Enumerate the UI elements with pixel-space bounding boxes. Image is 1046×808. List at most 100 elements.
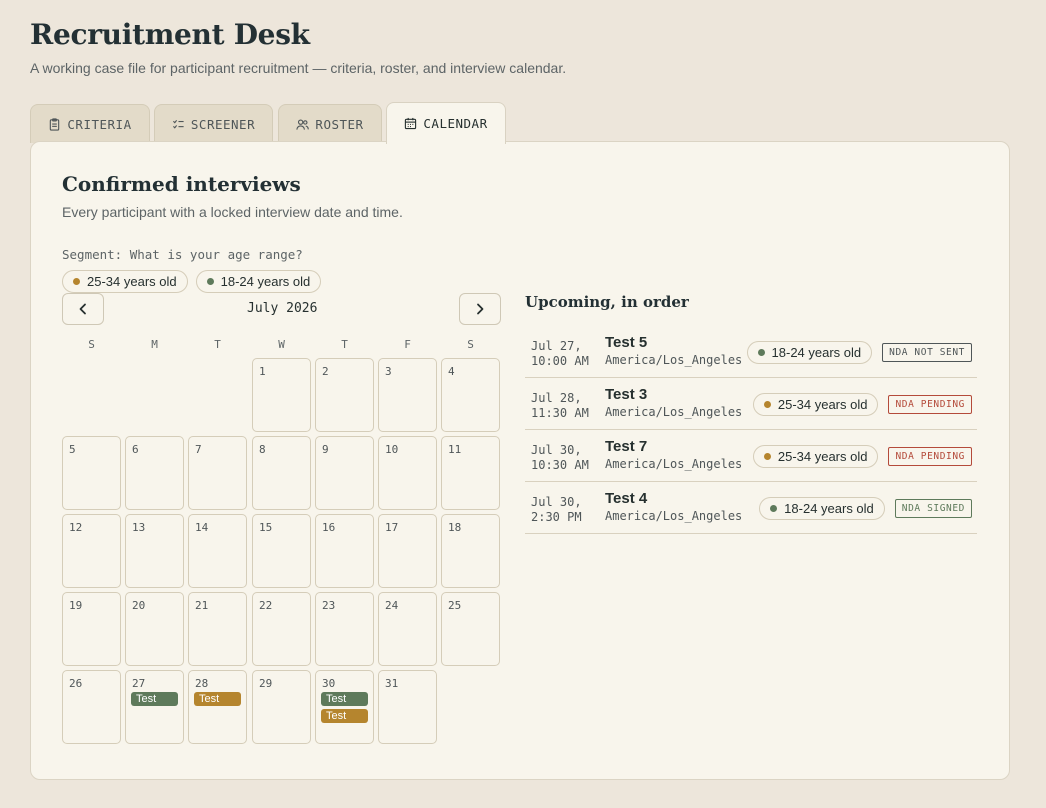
upcoming-row[interactable]: Jul 27, 10:00 AM Test 5 America/Los_Angeles… (525, 330, 977, 378)
day-number: 21 (195, 599, 209, 612)
nda-status-badge: NDA NOT SENT (882, 343, 972, 362)
calendar-day[interactable]: 9 (315, 436, 374, 510)
segment-dot (763, 401, 771, 408)
tab-calendar[interactable]: CALENDAR (386, 102, 506, 144)
calendar-day[interactable]: 10 (378, 436, 437, 510)
calendar-day[interactable]: 27 Test (125, 670, 184, 744)
legend-label: 18-24 years old (220, 274, 311, 289)
calendar-day[interactable]: 14 (188, 514, 247, 588)
weekday-label: T (341, 338, 348, 351)
day-number: 11 (448, 443, 462, 456)
day-number: 18 (448, 521, 462, 534)
legend-label: 25-34 years old (87, 274, 177, 289)
segment-chip: 18-24 years old (759, 497, 885, 520)
day-number: 28 (195, 677, 209, 690)
participant-timezone: America/Los_Angeles (605, 509, 743, 523)
calendar-day[interactable]: 1 (252, 358, 311, 432)
calendar-day[interactable]: 20 (125, 592, 184, 666)
day-number: 3 (385, 365, 392, 378)
calendar-day[interactable]: 22 (252, 592, 311, 666)
calendar-day[interactable]: 17 (378, 514, 437, 588)
weekday-label: M (151, 338, 158, 351)
calendar-day[interactable]: 13 (125, 514, 184, 588)
interview-time: Jul 30, 10:30 AM (531, 443, 601, 473)
day-number: 26 (69, 677, 83, 690)
upcoming-row[interactable]: Jul 28, 11:30 AM Test 3 America/Los_Angeles… (525, 382, 977, 430)
participant-timezone: America/Los_Angeles (605, 405, 743, 419)
day-number: 8 (259, 443, 266, 456)
calendar-day[interactable]: 11 (441, 436, 500, 510)
calendar-day[interactable]: 12 (62, 514, 121, 588)
segment-chip: 25-34 years old (752, 445, 879, 468)
calendar-day[interactable]: 3 (378, 358, 437, 432)
tab-criteria[interactable]: CRITERIA (30, 104, 150, 143)
day-number: 1 (259, 365, 266, 378)
next-month-button[interactable] (459, 293, 501, 325)
calendar-day[interactable]: 18 (441, 514, 500, 588)
interview-clock: 10:00 AM (531, 354, 589, 368)
calendar-day[interactable]: 25 (441, 592, 500, 666)
interview-date: Jul 30, (531, 495, 582, 509)
interview-date: Jul 30, (531, 443, 582, 457)
upcoming-row[interactable]: Jul 30, 2:30 PM Test 4 America/Los_Angeles 1… (525, 486, 977, 534)
segment-label: 18-24 years old (784, 501, 874, 516)
calendar-day[interactable]: 19 (62, 592, 121, 666)
interview-time: Jul 28, 11:30 AM (531, 391, 601, 421)
calendar-event[interactable]: Test (321, 692, 368, 706)
calendar-day[interactable]: 24 (378, 592, 437, 666)
calendar-day[interactable]: 31 (378, 670, 437, 744)
upcoming-title: Upcoming, in order (525, 293, 689, 311)
legend-dot (206, 278, 214, 285)
segment-dot (770, 505, 778, 512)
segment-chip: 18-24 years old (746, 341, 873, 364)
weekday-label: S (467, 338, 474, 351)
calendar-event[interactable]: Test (321, 709, 368, 723)
calendar-day[interactable]: 8 (252, 436, 311, 510)
calendar-day[interactable]: 16 (315, 514, 374, 588)
interview-time: Jul 27, 10:00 AM (531, 339, 601, 369)
day-number: 24 (385, 599, 399, 612)
day-number: 12 (69, 521, 83, 534)
participant-timezone: America/Los_Angeles (605, 457, 743, 471)
day-number: 6 (132, 443, 139, 456)
calendar-event[interactable]: Test (194, 692, 241, 706)
checklist-icon (172, 119, 184, 129)
day-number: 27 (132, 677, 146, 690)
upcoming-row[interactable]: Jul 30, 10:30 AM Test 7 America/Los_Angeles… (525, 434, 977, 482)
weekday-label: S (88, 338, 95, 351)
day-number: 19 (69, 599, 83, 612)
participant-name: Test 7 (605, 438, 648, 455)
panel-title: Confirmed interviews (62, 172, 301, 196)
weekday-label: F (404, 338, 411, 351)
calendar-day[interactable]: 26 (62, 670, 121, 744)
day-number: 30 (322, 677, 336, 690)
tab-screener[interactable]: SCREENER (154, 104, 273, 143)
legend-chip: 18-24 years old (195, 270, 322, 293)
calendar-day[interactable]: 2 (315, 358, 374, 432)
weekday-label: W (278, 338, 285, 351)
clipboard-icon (50, 117, 60, 131)
calendar-day[interactable]: 7 (188, 436, 247, 510)
prev-month-button[interactable] (62, 293, 104, 325)
calendar-event[interactable]: Test (131, 692, 178, 706)
calendar-day[interactable]: 6 (125, 436, 184, 510)
calendar-day[interactable]: 4 (441, 358, 500, 432)
segment-dot (763, 453, 771, 460)
calendar-day[interactable]: 15 (252, 514, 311, 588)
day-number: 29 (259, 677, 273, 690)
calendar-day[interactable]: 30 Test Test (315, 670, 374, 744)
interview-clock: 11:30 AM (531, 406, 589, 420)
tab-roster[interactable]: ROSTER (278, 104, 382, 143)
calendar-day[interactable]: 28 Test (188, 670, 247, 744)
calendar-day[interactable]: 29 (252, 670, 311, 744)
calendar-icon (405, 117, 417, 130)
segment-label: 25-34 years old (777, 449, 868, 464)
row-badges: 18-24 years old NDA NOT SENT (746, 341, 972, 364)
tab-label: CALENDAR (423, 116, 488, 131)
day-number: 22 (259, 599, 273, 612)
calendar-day[interactable]: 5 (62, 436, 121, 510)
day-number: 20 (132, 599, 146, 612)
calendar-day[interactable]: 21 (188, 592, 247, 666)
day-number: 5 (69, 443, 76, 456)
calendar-day[interactable]: 23 (315, 592, 374, 666)
